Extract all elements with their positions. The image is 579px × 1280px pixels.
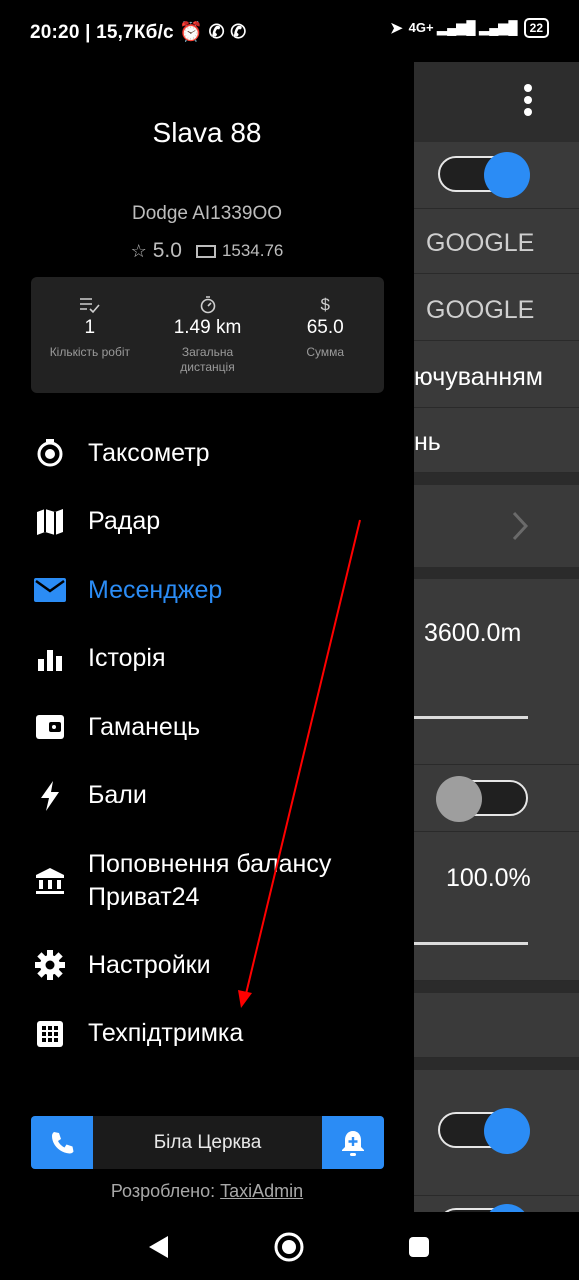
- bank-icon: [33, 867, 67, 895]
- chevron-right-icon: [512, 511, 529, 541]
- stat-sum: $ 65.0 Сумма: [266, 277, 384, 393]
- percent-slider[interactable]: [410, 942, 528, 945]
- toggle-switch-on[interactable]: [438, 152, 530, 198]
- more-options-icon[interactable]: [524, 84, 532, 120]
- recents-icon[interactable]: [408, 1236, 430, 1258]
- menu-label: Техпідтримка: [88, 1019, 244, 1048]
- menu-label: Гаманець: [88, 712, 201, 741]
- alert-button[interactable]: [322, 1116, 384, 1169]
- section-divider: [410, 473, 579, 485]
- menu-item-points[interactable]: Бали: [0, 762, 414, 831]
- stat-value: 1.49 km: [173, 317, 242, 338]
- stat-value: 1: [84, 317, 96, 338]
- status-time: 20:20 | 15,7Кб/с ⏰ ✆ ✆: [30, 22, 247, 43]
- distance-slider[interactable]: [410, 716, 528, 719]
- stats-card: 1 Кількість робіт 1.49 km Загальна диста…: [31, 277, 384, 393]
- system-nav-bar: [0, 1212, 579, 1280]
- settings-row-percent: 100.0%: [410, 832, 579, 981]
- setting-text-2: нь: [414, 428, 441, 456]
- menu-label: Поповнення балансу Приват24: [88, 849, 332, 911]
- settings-row-toggle-2: [410, 765, 579, 832]
- setting-text-1: ючуванням: [414, 363, 543, 391]
- bar-chart-icon: [33, 647, 67, 671]
- balance-value: 1534.76: [221, 241, 284, 260]
- menu-item-radar[interactable]: Радар: [0, 488, 414, 557]
- menu-item-taximeter[interactable]: Таксометр: [0, 419, 414, 488]
- wallet-icon: [33, 714, 67, 740]
- taximeter-icon: [33, 438, 67, 468]
- signal-icon: 4G+ ▂▄▆█ ▂▄▆█: [408, 20, 518, 35]
- menu-label: Месенджер: [88, 575, 223, 604]
- settings-row-text-2[interactable]: нь: [410, 408, 579, 473]
- menu-item-history[interactable]: Історія: [0, 625, 414, 694]
- stat-value: 65.0: [306, 317, 344, 338]
- toggle-switch-on[interactable]: [438, 1108, 530, 1154]
- back-icon[interactable]: [146, 1234, 170, 1260]
- toggle-switch-off[interactable]: [436, 776, 528, 822]
- dollar-icon: $: [320, 295, 330, 314]
- car-info: Dodge AI1339OO: [132, 203, 282, 224]
- section-divider: [410, 1058, 579, 1070]
- gear-icon: [33, 950, 67, 981]
- settings-row-google-2[interactable]: GOOGLE: [410, 274, 579, 341]
- lightning-icon: [33, 780, 67, 811]
- home-icon[interactable]: [273, 1231, 305, 1263]
- navigation-drawer: Slava 88 Dodge AI1339OO ☆ 5.0 1534.76 1 …: [0, 47, 414, 1217]
- money-icon: [195, 244, 216, 258]
- menu-label: Настройки: [88, 950, 211, 979]
- timer-icon: [200, 296, 215, 314]
- location-icon: ➤: [390, 20, 403, 37]
- rating-row: ☆ 5.0 1534.76: [0, 239, 414, 263]
- star-icon: ☆: [130, 240, 147, 261]
- checklist-icon: [79, 298, 100, 314]
- stat-jobs: 1 Кількість робіт: [31, 277, 149, 393]
- call-button[interactable]: [31, 1116, 93, 1169]
- menu-item-wallet[interactable]: Гаманець: [0, 693, 414, 762]
- status-indicators: ➤ 4G+ ▂▄▆█ ▂▄▆█ 22: [390, 18, 549, 38]
- city-name[interactable]: Біла Церква: [93, 1116, 322, 1169]
- city-bar: Біла Церква: [31, 1116, 384, 1169]
- developer-link[interactable]: TaxiAdmin: [220, 1181, 303, 1201]
- menu-label: Історія: [88, 644, 166, 673]
- stat-label: Кількість робіт: [49, 345, 130, 359]
- percent-value: 100.0%: [446, 864, 531, 892]
- settings-row-text-1[interactable]: ючуванням: [410, 341, 579, 408]
- menu-item-settings[interactable]: Настройки: [0, 931, 414, 1000]
- rating-value: 5.0: [152, 239, 182, 262]
- drawer-menu: Таксометр Радар Месенджер Історія Гамане…: [0, 419, 414, 1068]
- phone-icon: [52, 1131, 74, 1153]
- settings-row-toggle-3: [410, 1070, 579, 1196]
- settings-row-empty[interactable]: [410, 993, 579, 1058]
- menu-item-privat24-topup[interactable]: Поповнення балансу Приват24: [0, 830, 414, 931]
- menu-item-support[interactable]: Техпідтримка: [0, 1000, 414, 1069]
- settings-row-distance: 3600.0m: [410, 579, 579, 765]
- google-option-2: GOOGLE: [426, 296, 535, 324]
- driver-name: Slava 88: [152, 117, 262, 148]
- menu-item-messenger[interactable]: Месенджер: [0, 556, 414, 625]
- stat-label: Сумма: [306, 345, 345, 359]
- stat-distance: 1.49 km Загальна дистанція: [149, 277, 267, 393]
- google-option-1: GOOGLE: [426, 229, 535, 257]
- settings-row-toggle-1: [410, 142, 579, 209]
- grid-icon: [33, 1020, 67, 1047]
- mail-icon: [33, 578, 67, 603]
- battery-icon: 22: [523, 18, 549, 38]
- menu-label: Радар: [88, 507, 161, 536]
- section-divider: [410, 567, 579, 579]
- menu-label: Таксометр: [88, 438, 210, 467]
- developer-credit: Розроблено: TaxiAdmin: [0, 1181, 414, 1202]
- stat-label: Загальна дистанція: [180, 345, 235, 374]
- section-divider: [410, 981, 579, 993]
- settings-row-nav[interactable]: [410, 485, 579, 568]
- menu-label: Бали: [88, 781, 147, 810]
- distance-value: 3600.0m: [424, 619, 522, 647]
- map-icon: [33, 508, 67, 536]
- settings-background-screen: GOOGLE GOOGLE ючуванням нь 3600.0m 100.0…: [410, 47, 579, 1217]
- bell-plus-icon: [342, 1130, 364, 1156]
- status-bar: 20:20 | 15,7Кб/с ⏰ ✆ ✆ ➤ 4G+ ▂▄▆█ ▂▄▆█ 2…: [0, 0, 579, 62]
- developer-prefix: Розроблено:: [110, 1181, 216, 1201]
- settings-row-google-1[interactable]: GOOGLE: [410, 209, 579, 274]
